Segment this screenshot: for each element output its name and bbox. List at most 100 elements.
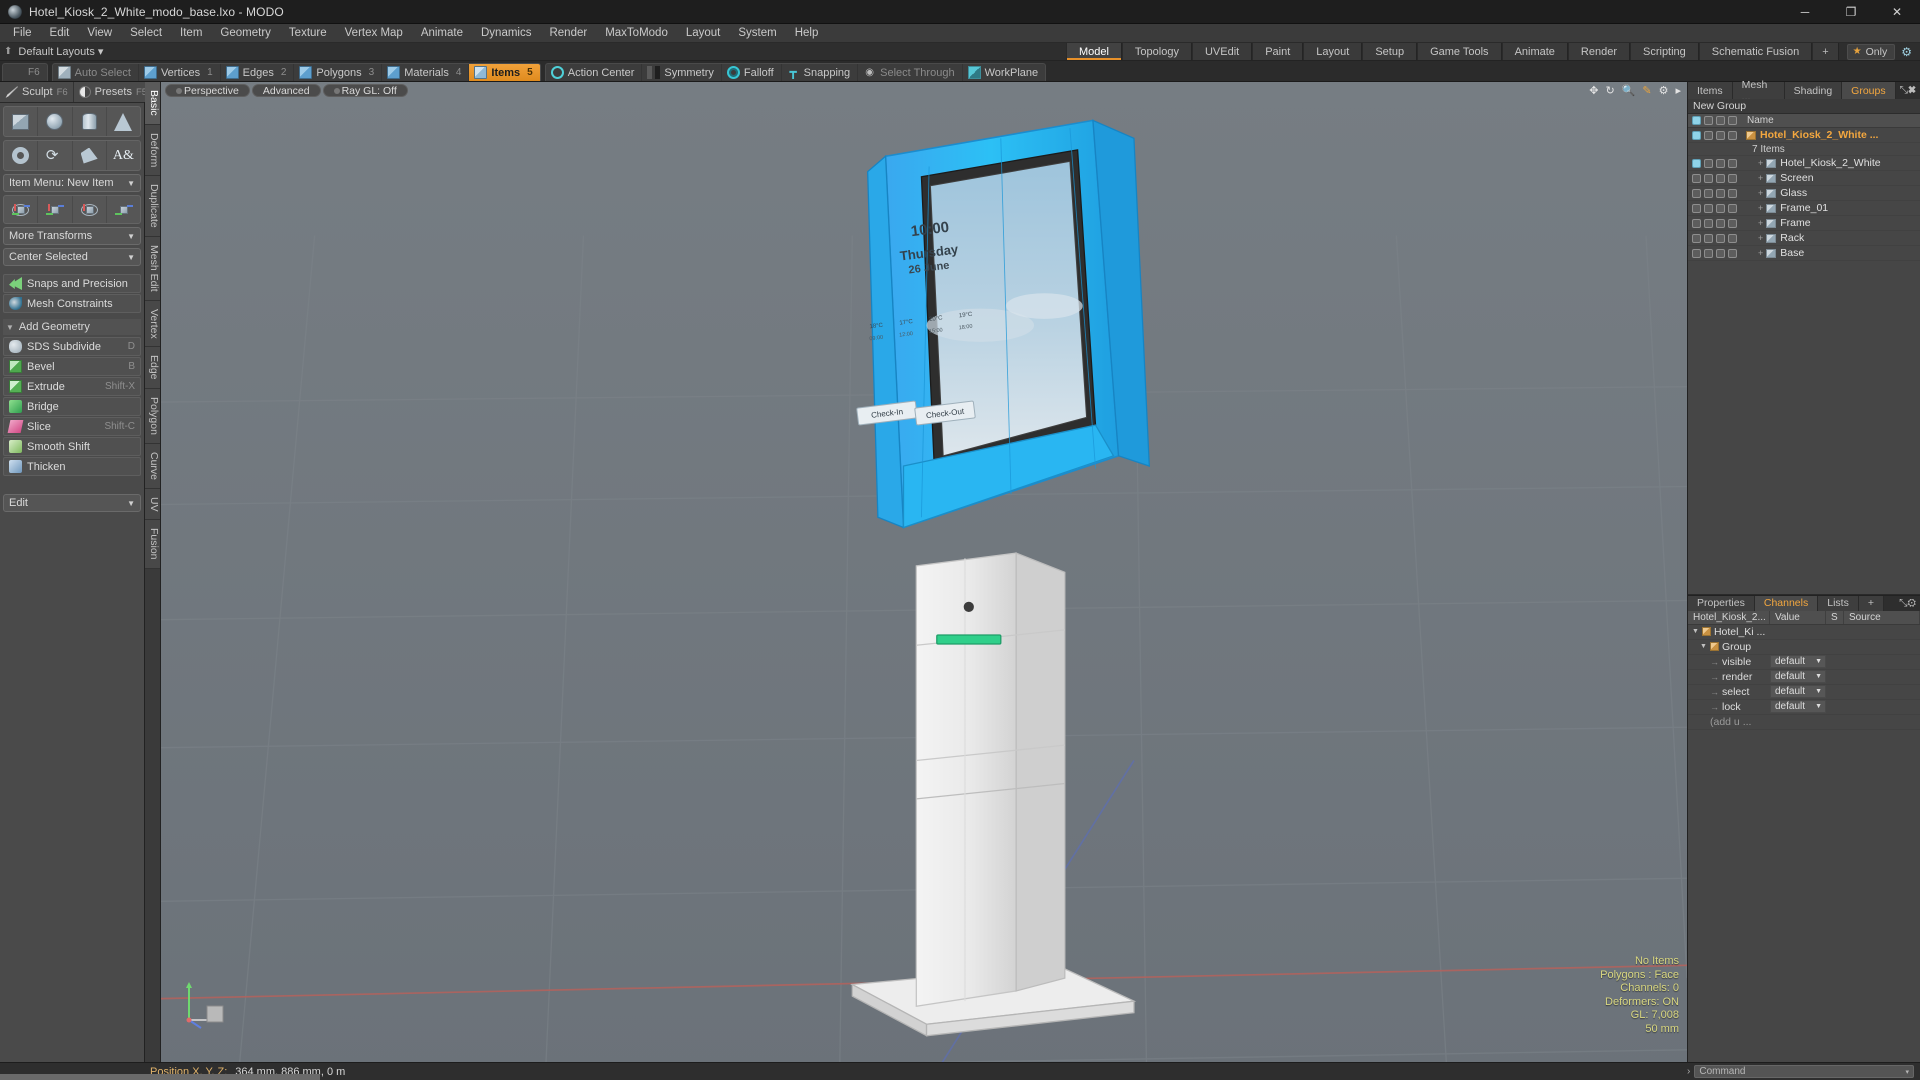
render-toggle-icon[interactable] [1704,233,1713,243]
channels-tab-properties[interactable]: Properties [1688,595,1755,611]
expand-icon[interactable]: + [1758,173,1763,183]
expand-icon[interactable]: + [1758,248,1763,258]
layout-tab-uvedit[interactable]: UVEdit [1191,43,1253,60]
viewport-perspective-chip[interactable]: Perspective [165,84,250,97]
vertical-tab-edge[interactable]: Edge [145,347,160,389]
vertical-tab-duplicate[interactable]: Duplicate [145,176,160,237]
move-view-icon[interactable]: ✥ [1589,84,1598,97]
toolbar-snapping-button[interactable]: ┳ Snapping [782,64,859,81]
vertical-tab-vertex[interactable]: Vertex [145,300,160,348]
snaps-and-precision-button[interactable]: Snaps and Precision [3,274,141,293]
rotate-view-icon[interactable]: ↻ [1605,84,1614,97]
toolbar-falloff-button[interactable]: Falloff [722,64,782,81]
gear-icon[interactable]: ⚙ [1659,84,1669,97]
chevron-down-icon[interactable]: ▼ [1692,628,1699,635]
menu-item-file[interactable]: File [4,24,41,43]
menu-item-vertex-map[interactable]: Vertex Map [336,24,412,43]
channels-tab-channels[interactable]: Channels [1754,595,1819,611]
vertical-tab-curve[interactable]: Curve [145,443,160,489]
vertical-tab-polygon[interactable]: Polygon [145,388,160,444]
render-toggle-icon[interactable] [1704,158,1713,168]
lock-toggle-icon[interactable] [1728,130,1737,140]
render-toggle-icon[interactable] [1704,130,1713,140]
eye-toggle-icon[interactable] [1692,130,1701,140]
layout-tab-scripting[interactable]: Scripting [1630,43,1699,60]
torus-primitive[interactable] [4,141,39,170]
maximize-button[interactable]: ❐ [1828,0,1874,24]
menu-item-animate[interactable]: Animate [412,24,472,43]
polygon-primitive[interactable] [73,141,107,170]
eye-toggle-icon[interactable] [1692,248,1701,258]
close-button[interactable]: ✕ [1874,0,1920,24]
translate-gizmo-tool[interactable] [38,196,73,223]
cone-primitive[interactable] [107,107,140,136]
pen-icon[interactable]: ✎ [1642,84,1651,97]
rotate-gizmo-tool[interactable] [73,196,107,223]
lock-toggle-icon[interactable] [1728,173,1737,183]
geometry-tool-extrude[interactable]: Extrude Shift-X [3,377,141,396]
toolbar-handle-button[interactable]: F6 [3,64,47,81]
render-toggle-icon[interactable] [1704,188,1713,198]
geometry-tool-slice[interactable]: Slice Shift-C [3,417,141,436]
item-row-base[interactable]: + Base [1688,246,1920,261]
layout-tab-render[interactable]: Render [1567,43,1630,60]
menu-item-layout[interactable]: Layout [677,24,730,43]
move-gizmo-tool[interactable] [4,196,39,223]
layout-tab-layout[interactable]: Layout [1303,43,1363,60]
right-tab-items[interactable]: Items [1688,82,1733,99]
channel-row-group[interactable]: ▼ Group [1688,640,1920,655]
vertical-tab-mesh-edit[interactable]: Mesh Edit [145,236,160,301]
select-toggle-icon[interactable] [1716,248,1725,258]
layout-tab-animate[interactable]: Animate [1501,43,1568,60]
item-menu-dropdown[interactable]: Item Menu: New Item ▼ [3,174,141,192]
toolbar-edges-button[interactable]: Edges 2 [221,64,295,81]
gear-icon[interactable]: ⚙ [1901,45,1912,59]
toolbar-vertices-button[interactable]: Vertices 1 [139,64,221,81]
cylinder-primitive[interactable] [73,107,107,136]
item-row-glass[interactable]: + Glass [1688,186,1920,201]
expand-icon[interactable]: + [1758,158,1763,168]
geometry-tool-bevel[interactable]: Bevel B [3,357,141,376]
more-transforms-dropdown[interactable]: More Transforms ▼ [3,227,141,245]
right-tab-groups[interactable]: Groups [1842,82,1896,99]
curve-primitive[interactable]: ⟳ [38,141,73,170]
minimize-button[interactable]: ─ [1782,0,1828,24]
toolbar-materials-button[interactable]: Materials 4 [382,64,470,81]
scale-gizmo-tool[interactable] [107,196,140,223]
eye-toggle-icon[interactable] [1692,188,1701,198]
sphere-primitive[interactable] [38,107,73,136]
toolbar-workplane-button[interactable]: WorkPlane [963,64,1046,81]
lock-toggle-icon[interactable] [1728,203,1737,213]
vertical-tab-basic[interactable]: Basic [145,82,160,125]
vertical-tab-deform[interactable]: Deform [145,124,160,177]
panel-expand-icon[interactable]: ⤡✖ [1895,82,1920,99]
add-layout-tab-button[interactable]: + [1812,43,1839,60]
cube-primitive[interactable] [4,107,39,136]
select-toggle-icon[interactable] [1716,173,1725,183]
eye-toggle-icon[interactable] [1692,203,1701,213]
render-toggle-icon[interactable] [1704,248,1713,258]
lock-toggle-icon[interactable] [1728,158,1737,168]
channel-value-dropdown[interactable]: default ▼ [1770,700,1826,713]
geometry-tool-sds-subdivide[interactable]: SDS Subdivide D [3,337,141,356]
expand-icon[interactable]: + [1758,233,1763,243]
right-tab-shading[interactable]: Shading [1784,82,1843,99]
edit-dropdown[interactable]: Edit ▼ [3,494,141,512]
tab-presets[interactable]: Presets F5 [73,82,154,102]
only-toggle[interactable]: ★ Only [1846,43,1896,60]
layout-tab-schematic-fusion[interactable]: Schematic Fusion [1698,43,1813,60]
channel-row--add-u-[interactable]: (add u ... [1688,715,1920,730]
menu-item-item[interactable]: Item [171,24,211,43]
item-row-hotel-kiosk-2-white-[interactable]: Hotel_Kiosk_2_White ... [1688,128,1920,143]
eye-toggle-icon[interactable] [1692,218,1701,228]
add-geometry-header[interactable]: ▼ Add Geometry [3,319,141,335]
lock-toggle-icon[interactable] [1728,188,1737,198]
channel-row-select[interactable]: → select default ▼ [1688,685,1920,700]
expand-icon[interactable]: + [1758,188,1763,198]
channel-row-render[interactable]: → render default ▼ [1688,670,1920,685]
vertical-tab-uv[interactable]: UV [145,488,160,521]
center-selected-dropdown[interactable]: Center Selected ▼ [3,248,141,266]
right-tab-mesh-[interactable]: Mesh ... [1732,79,1785,103]
geometry-tool-bridge[interactable]: Bridge [3,397,141,416]
expand-icon[interactable]: + [1758,218,1763,228]
